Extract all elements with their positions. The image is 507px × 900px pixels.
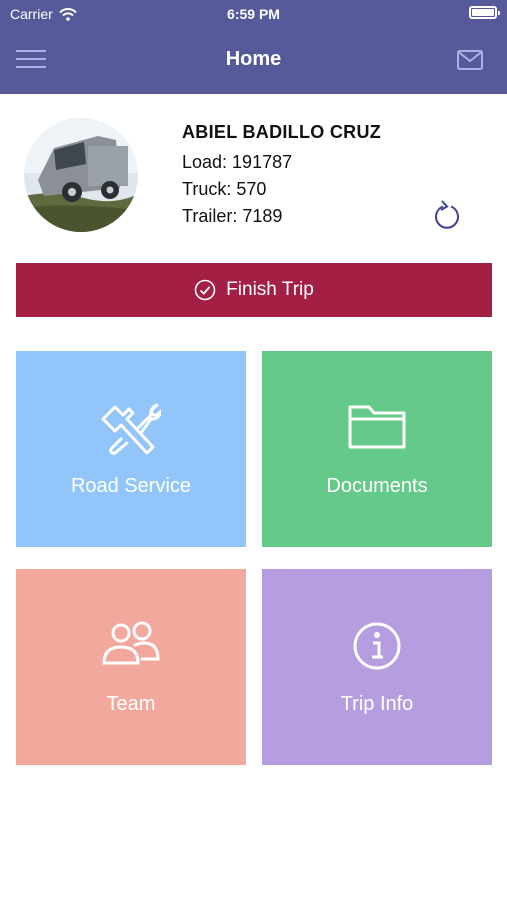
finish-trip-button[interactable]: Finish Trip — [16, 263, 492, 317]
team-label: Team — [106, 693, 156, 715]
road-service-tile[interactable]: Road Service — [16, 351, 246, 547]
top-bar: Carrier 6:59 PM Home — [0, 0, 507, 94]
battery-icon — [469, 6, 500, 19]
team-tile[interactable]: Team — [16, 569, 246, 765]
truck-photo — [24, 118, 138, 232]
driver-info: ABIEL BADILLO CRUZ Load: 191787 Truck: 5… — [182, 122, 381, 230]
documents-tile[interactable]: Documents — [262, 351, 492, 547]
mail-icon[interactable] — [457, 50, 483, 70]
refresh-icon[interactable] — [432, 200, 462, 232]
trip-info-label: Trip Info — [340, 693, 414, 715]
people-icon — [102, 621, 160, 665]
truck-number: Truck: 570 — [182, 179, 267, 199]
status-bar: Carrier 6:59 PM — [0, 0, 507, 28]
finish-trip-label: Finish Trip — [226, 279, 314, 300]
page-title: Home — [225, 48, 282, 70]
avatar — [24, 118, 138, 232]
road-service-label: Road Service — [70, 475, 192, 497]
documents-label: Documents — [326, 475, 428, 497]
wrench-hammer-icon — [101, 403, 161, 455]
status-time: 6:59 PM — [227, 6, 280, 22]
load-number: Load: 191787 — [182, 152, 293, 172]
check-circle-icon — [194, 279, 216, 301]
trip-info-tile[interactable]: Trip Info — [262, 569, 492, 765]
driver-profile: ABIEL BADILLO CRUZ Load: 191787 Truck: 5… — [0, 94, 507, 244]
trailer-number: Trailer: 7189 — [182, 206, 283, 226]
driver-name: ABIEL BADILLO CRUZ — [182, 122, 382, 142]
folder-icon — [348, 405, 406, 449]
info-icon — [353, 622, 401, 670]
